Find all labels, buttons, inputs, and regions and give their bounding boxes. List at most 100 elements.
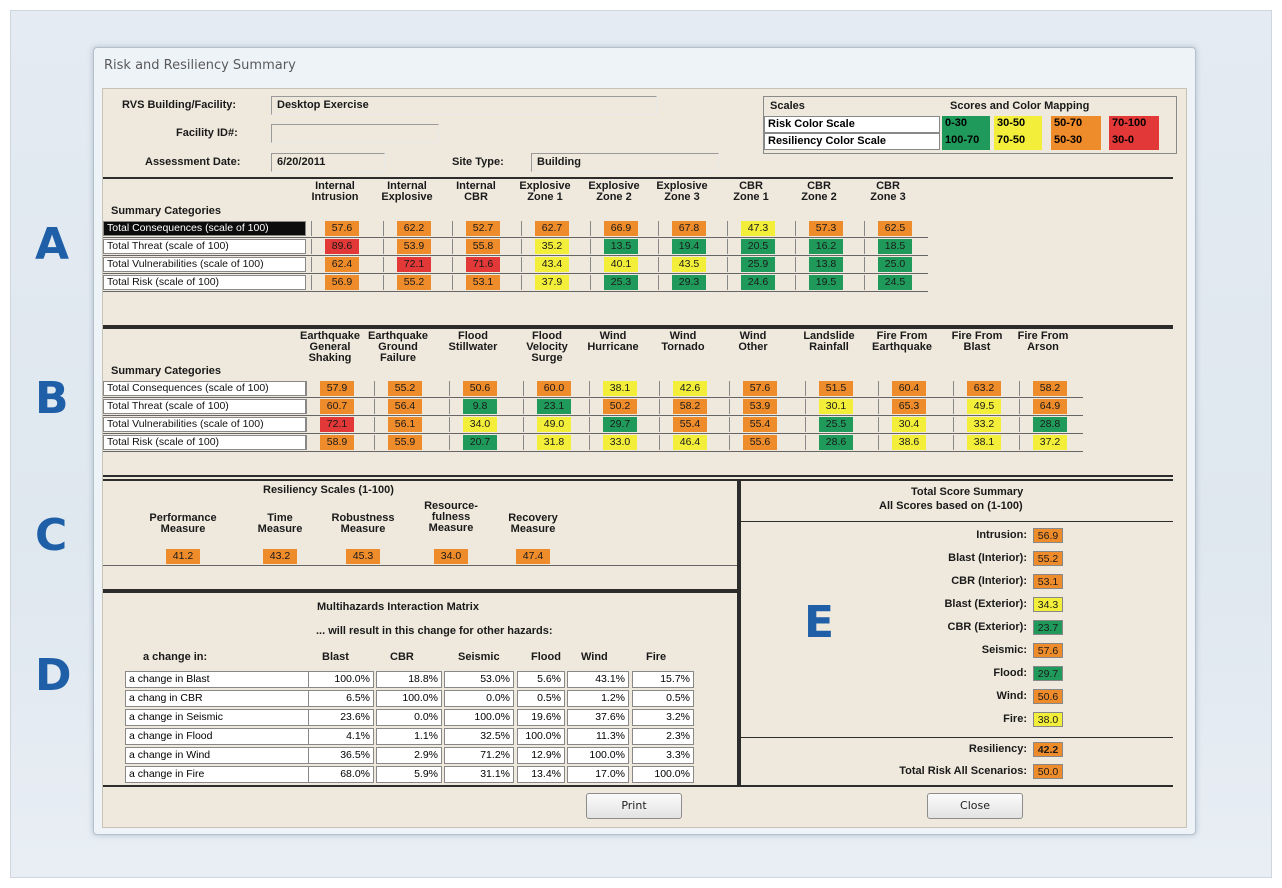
matrix-cell[interactable]: 12.9% (517, 747, 565, 764)
score-cell: 28.8 (1033, 417, 1067, 432)
matrix-cell[interactable]: 11.3% (567, 728, 629, 745)
matrix-row-label[interactable]: a change in Blast (125, 671, 309, 688)
matrix-cell[interactable]: 43.1% (567, 671, 629, 688)
matrix-row-label[interactable]: a chang in CBR (125, 690, 309, 707)
print-button[interactable]: Print (586, 793, 682, 819)
cell-divider (452, 275, 453, 290)
matrix-cell[interactable]: 100.0% (376, 690, 442, 707)
matrix-cell[interactable]: 100.0% (567, 747, 629, 764)
resiliency-range-0: 100-70 (942, 133, 990, 150)
section-letter-a: A (35, 219, 70, 270)
matrix-cell[interactable]: 1.2% (567, 690, 629, 707)
matrix-cell[interactable]: 100.0% (308, 671, 374, 688)
matrix-cell[interactable]: 4.1% (308, 728, 374, 745)
cell-divider (659, 417, 660, 432)
matrix-cell[interactable]: 100.0% (632, 766, 694, 783)
score-value: 57.6 (1033, 643, 1063, 658)
matrix-cell[interactable]: 5.9% (376, 766, 442, 783)
matrix-cell[interactable]: 53.0% (444, 671, 514, 688)
assessment-date-field[interactable]: 6/20/2011 (271, 153, 385, 172)
score-cell: 29.7 (603, 417, 637, 432)
matrix-row-label[interactable]: a change in Fire (125, 766, 309, 783)
matrix-cell[interactable]: 13.4% (517, 766, 565, 783)
site-type-label: Site Type: (452, 156, 504, 168)
matrix-cell[interactable]: 36.5% (308, 747, 374, 764)
matrix-cell[interactable]: 0.0% (444, 690, 514, 707)
matrix-cell[interactable]: 6.5% (308, 690, 374, 707)
matrix-row-label[interactable]: a change in Flood (125, 728, 309, 745)
cell-divider (953, 399, 954, 414)
matrix-row-label[interactable]: a change in Wind (125, 747, 309, 764)
matrix-cell[interactable]: 0.5% (632, 690, 694, 707)
score-cell: 30.4 (892, 417, 926, 432)
site-type-field[interactable]: Building (531, 153, 719, 172)
matrix-cell[interactable]: 0.0% (376, 709, 442, 726)
matrix-row-label[interactable]: a change in Seismic (125, 709, 309, 726)
cell-divider (452, 257, 453, 272)
matrix-cell[interactable]: 2.9% (376, 747, 442, 764)
matrix-cell[interactable]: 18.8% (376, 671, 442, 688)
matrix-cell[interactable]: 31.1% (444, 766, 514, 783)
measure-label: Time Measure (257, 512, 303, 535)
cell-divider (878, 435, 879, 450)
matrix-cell[interactable]: 100.0% (517, 728, 565, 745)
score-cell: 38.1 (603, 381, 637, 396)
score-cell: 62.4 (325, 257, 359, 272)
score-value: 29.7 (1033, 666, 1063, 681)
score-cell: 53.9 (743, 399, 777, 414)
measure-label: Recovery Measure (508, 512, 558, 535)
score-cell: 33.0 (603, 435, 637, 450)
score-cell: 37.2 (1033, 435, 1067, 450)
cell-divider (311, 257, 312, 272)
cell-divider (805, 417, 806, 432)
score-cell: 57.3 (809, 221, 843, 236)
row-label[interactable]: Total Risk (scale of 100) (103, 435, 306, 450)
matrix-cell[interactable]: 3.2% (632, 709, 694, 726)
score-cell: 58.2 (673, 399, 707, 414)
score-cell: 24.5 (878, 275, 912, 290)
close-button[interactable]: Close (927, 793, 1023, 819)
row-label[interactable]: Total Vulnerabilities (scale of 100) (103, 417, 306, 432)
measure-value: 43.2 (263, 549, 297, 564)
matrix-cell[interactable]: 5.6% (517, 671, 565, 688)
resiliency-scales-title: Resiliency Scales (1-100) (263, 484, 394, 496)
row-label[interactable]: Total Consequences (scale of 100) (103, 381, 306, 396)
risk-range-1: 30-50 (994, 116, 1042, 133)
measure-value: 34.0 (434, 549, 468, 564)
cell-divider (659, 399, 660, 414)
matrix-cell[interactable]: 2.3% (632, 728, 694, 745)
facility-id-field[interactable] (271, 124, 439, 143)
scales-title: Scales (770, 100, 805, 112)
matrix-cell[interactable]: 17.0% (567, 766, 629, 783)
score-label: Seismic: (981, 644, 1027, 656)
row-label[interactable]: Total Threat (scale of 100) (103, 239, 306, 254)
cell-divider (383, 275, 384, 290)
matrix-cell[interactable]: 68.0% (308, 766, 374, 783)
row-label[interactable]: Total Threat (scale of 100) (103, 399, 306, 414)
matrix-cell[interactable]: 15.7% (632, 671, 694, 688)
score-label: CBR (Exterior): (947, 621, 1027, 633)
matrix-cell[interactable]: 32.5% (444, 728, 514, 745)
matrix-cell[interactable]: 3.3% (632, 747, 694, 764)
cell-divider (311, 239, 312, 254)
resiliency-range-2: 50-30 (1051, 133, 1101, 150)
matrix-cell[interactable]: 0.5% (517, 690, 565, 707)
table-row: Total Risk (scale of 100) 56.9 55.2 53.1 37.… (103, 274, 928, 292)
matrix-column-header: Blast (322, 651, 349, 663)
matrix-cell[interactable]: 71.2% (444, 747, 514, 764)
row-label[interactable]: Total Vulnerabilities (scale of 100) (103, 257, 306, 272)
cell-divider (658, 275, 659, 290)
row-label[interactable]: Total Consequences (scale of 100) (103, 221, 306, 236)
cell-divider (523, 381, 524, 396)
score-cell: 55.4 (673, 417, 707, 432)
score-cell: 55.2 (388, 381, 422, 396)
matrix-cell[interactable]: 23.6% (308, 709, 374, 726)
score-cell: 25.0 (878, 257, 912, 272)
row-label[interactable]: Total Risk (scale of 100) (103, 275, 306, 290)
facility-field[interactable]: Desktop Exercise (271, 96, 657, 115)
matrix-cell[interactable]: 100.0% (444, 709, 514, 726)
table-row: Total Threat (scale of 100) 89.6 53.9 55.8 3… (103, 238, 928, 256)
matrix-cell[interactable]: 19.6% (517, 709, 565, 726)
matrix-cell[interactable]: 37.6% (567, 709, 629, 726)
matrix-cell[interactable]: 1.1% (376, 728, 442, 745)
